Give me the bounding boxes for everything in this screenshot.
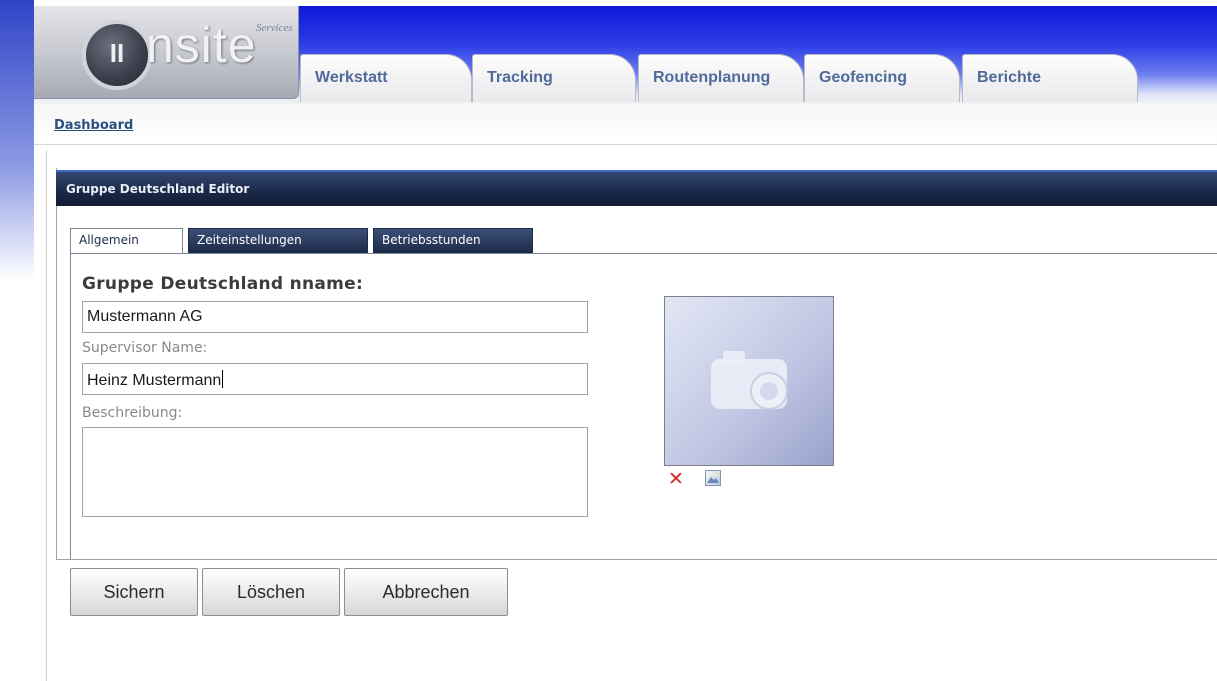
delete-button-label: Löschen — [236, 582, 306, 602]
tab-geofencing-label: Geofencing — [819, 69, 908, 86]
breadcrumb-dashboard-link[interactable]: Dashboard — [54, 118, 133, 133]
tab-content-border — [70, 253, 71, 559]
group-name-value: Mustermann AG — [87, 308, 203, 325]
save-button[interactable]: Sichern — [70, 568, 198, 616]
text-caret — [222, 370, 224, 388]
tab-allgemein-label: Allgemein — [79, 233, 139, 247]
description-label: Beschreibung: — [82, 405, 183, 421]
tab-werkstatt[interactable]: Werkstatt — [300, 54, 472, 102]
tab-werkstatt-label: Werkstatt — [315, 69, 388, 86]
delete-button[interactable]: Löschen — [202, 568, 340, 616]
tab-geofencing[interactable]: Geofencing — [804, 54, 960, 102]
supervisor-field[interactable]: Heinz Mustermann — [82, 363, 588, 395]
supervisor-value: Heinz Mustermann — [87, 372, 222, 389]
cancel-button[interactable]: Abbrechen — [344, 568, 508, 616]
description-field[interactable] — [82, 427, 588, 517]
tab-divider — [70, 253, 1217, 254]
left-divider — [46, 150, 47, 681]
tab-betriebsstunden[interactable]: Betriebsstunden — [373, 228, 533, 254]
group-name-label: Gruppe Deutschland nname: — [82, 274, 364, 294]
tab-routenplanung-label: Routenplanung — [653, 69, 771, 86]
tab-betriebsstunden-label: Betriebsstunden — [382, 233, 481, 247]
tab-zeiteinstellungen-label: Zeiteinstellungen — [197, 233, 302, 247]
logo-mark-icon: II — [82, 20, 152, 90]
photo-placeholder — [664, 296, 834, 466]
mountain-icon — [707, 472, 719, 483]
tab-berichte[interactable]: Berichte — [962, 54, 1138, 102]
left-edge-shade — [0, 0, 34, 280]
logo[interactable]: II nsite Services — [34, 6, 299, 99]
save-button-label: Sichern — [103, 582, 165, 602]
logo-text: nsite — [146, 17, 257, 73]
tab-tracking-label: Tracking — [487, 69, 553, 86]
delete-x-icon[interactable]: ✕ — [668, 468, 684, 490]
breadcrumb-bar — [34, 104, 1217, 145]
tab-routenplanung[interactable]: Routenplanung — [638, 54, 804, 102]
logo-mark-text: II — [109, 38, 125, 68]
editor-title: Gruppe Deutschland Editor — [66, 182, 250, 196]
supervisor-label: Supervisor Name: — [82, 340, 208, 356]
tab-zeiteinstellungen[interactable]: Zeiteinstellungen — [188, 228, 368, 254]
cancel-button-label: Abbrechen — [382, 582, 470, 602]
logo-subtitle: Services — [256, 22, 293, 34]
tab-tracking[interactable]: Tracking — [472, 54, 636, 102]
tab-berichte-label: Berichte — [977, 69, 1042, 86]
tab-allgemein[interactable]: Allgemein — [70, 228, 183, 254]
group-name-field[interactable]: Mustermann AG — [82, 301, 588, 333]
camera-icon — [711, 351, 788, 410]
image-upload-icon[interactable] — [705, 470, 721, 486]
